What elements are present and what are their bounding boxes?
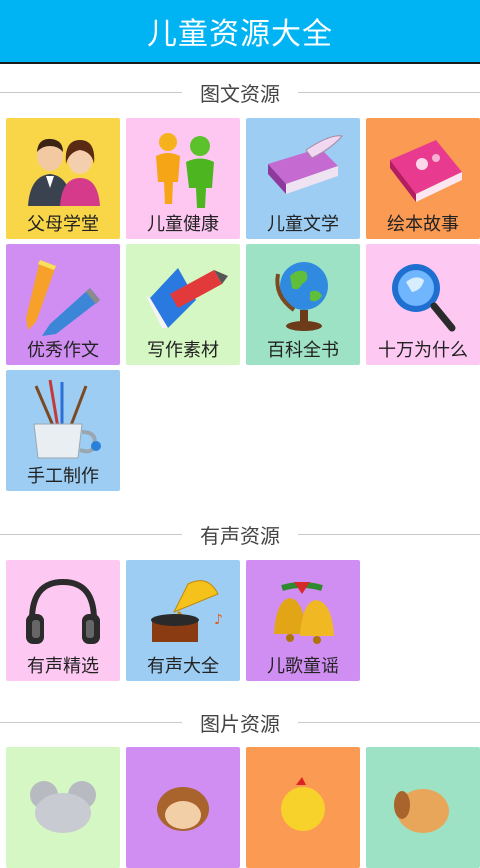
tile-children-literature[interactable]: 儿童文学 (246, 118, 360, 239)
section-header-text-resources: 图文资源 (0, 78, 480, 108)
top-bar: 儿童资源大全 (0, 0, 480, 64)
tile-label: 有声精选 (27, 656, 99, 677)
monkey-cartoon-icon (157, 787, 209, 831)
pink-notebook-icon (390, 140, 462, 202)
tile-picture-books[interactable]: 绘本故事 (366, 118, 480, 239)
tile-hundred-thousand-whys[interactable]: 十万为什么 (366, 244, 480, 365)
tile-picture-puppy[interactable] (366, 747, 480, 868)
parents-icon (28, 138, 100, 206)
tile-audio-collection[interactable]: ♪ 有声大全 (126, 560, 240, 681)
section-title: 有声资源 (200, 524, 280, 548)
tile-picture-chick[interactable] (246, 747, 360, 868)
section-title: 图片资源 (200, 712, 280, 736)
tile-label: 优秀作文 (27, 340, 99, 361)
tile-label: 儿童文学 (267, 214, 339, 235)
tile-label: 写作素材 (147, 340, 219, 361)
divider (298, 534, 480, 535)
tile-handcraft[interactable]: 手工制作 (6, 370, 120, 491)
app-title: 儿童资源大全 (147, 17, 333, 52)
divider (0, 722, 182, 723)
tile-label: 十万为什么 (378, 340, 468, 361)
globe-icon (275, 262, 328, 331)
children-figures-icon (156, 133, 214, 208)
tile-audio-selection[interactable]: 有声精选 (6, 560, 120, 681)
tile-children-health[interactable]: 儿童健康 (126, 118, 240, 239)
tile-label: 绘本故事 (387, 214, 459, 235)
tile-picture-monkey[interactable] (126, 747, 240, 868)
divider (298, 92, 480, 93)
tile-label: 儿童健康 (147, 214, 219, 235)
tile-label: 儿歌童谣 (267, 656, 339, 677)
tile-label: 有声大全 (147, 656, 219, 677)
divider (0, 534, 182, 535)
magnifier-globe-icon (392, 264, 456, 332)
tile-picture-mouse[interactable] (6, 747, 120, 868)
section-title: 图文资源 (200, 82, 280, 106)
paint-brushes-cup-icon (33, 379, 101, 459)
tile-writing-materials[interactable]: 写作素材 (126, 244, 240, 365)
mouse-cartoon-icon (30, 781, 96, 833)
tile-parents-school[interactable]: 父母学堂 (6, 118, 120, 239)
tile-label: 父母学堂 (27, 214, 99, 235)
bells-icon (274, 582, 334, 644)
puppy-cartoon-icon (394, 789, 449, 833)
tile-excellent-essays[interactable]: 优秀作文 (6, 244, 120, 365)
tile-nursery-rhymes[interactable]: 儿歌童谣 (246, 560, 360, 681)
section-header-picture-resources: 图片资源 (0, 708, 480, 738)
svg-text:♪: ♪ (214, 612, 223, 628)
tile-label: 手工制作 (27, 466, 99, 487)
book-quill-icon (268, 135, 343, 194)
pencils-icon (26, 260, 100, 336)
chick-cartoon-icon (281, 777, 325, 831)
pencil-paper-icon (146, 268, 228, 328)
tile-encyclopedia[interactable]: 百科全书 (246, 244, 360, 365)
headphones-icon (26, 578, 100, 644)
tile-label: 百科全书 (267, 340, 339, 361)
divider (0, 92, 182, 93)
divider (298, 722, 480, 723)
gramophone-icon: ♪ (151, 580, 223, 642)
section-header-audio-resources: 有声资源 (0, 520, 480, 550)
